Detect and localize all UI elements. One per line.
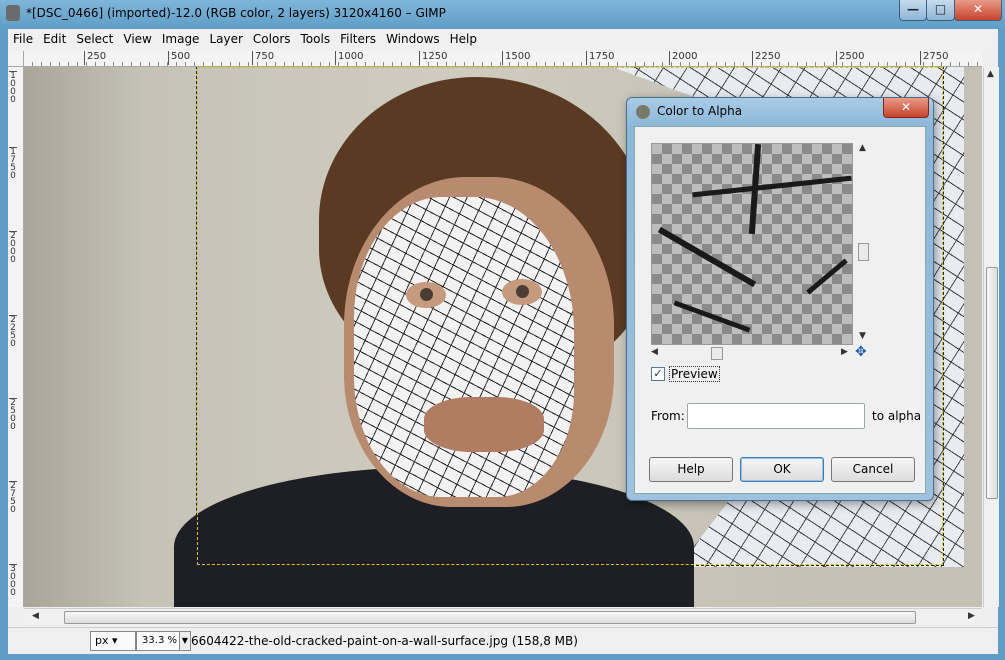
dialog-body: ▲ ▼ ◀ ▶ ✥ ✓ Preview From: to alpha Help … <box>634 126 926 494</box>
preview-scroll-right-icon[interactable]: ▶ <box>841 347 848 357</box>
from-label: From: <box>651 409 685 423</box>
minimize-button[interactable]: — <box>899 0 927 21</box>
unit-value: px <box>95 634 109 647</box>
preview-area[interactable] <box>651 143 853 345</box>
ruler-tick: 2000 <box>669 51 697 65</box>
menu-help[interactable]: Help <box>445 29 482 46</box>
menu-filters[interactable]: Filters <box>335 29 381 46</box>
menu-file[interactable]: File <box>8 29 38 46</box>
preview-hscroll-thumb[interactable] <box>711 347 723 360</box>
dialog-title: Color to Alpha <box>657 104 743 118</box>
status-message: 6604422-the-old-cracked-paint-on-a-wall-… <box>191 634 578 648</box>
title-bar: *[DSC_0466] (imported)-12.0 (RGB color, … <box>0 0 1005 28</box>
ruler-tick: 2250 <box>9 315 17 349</box>
preview-crack <box>673 300 751 333</box>
ruler-tick: 1750 <box>586 51 614 65</box>
close-button[interactable]: ✕ <box>954 0 1002 21</box>
dialog-close-button[interactable]: ✕ <box>883 98 929 118</box>
zoom-field[interactable]: 33.3 % <box>136 631 180 651</box>
menu-view[interactable]: View <box>118 29 156 46</box>
preview-checkbox[interactable]: ✓ <box>651 367 665 381</box>
scroll-left-icon[interactable]: ◀ <box>32 611 39 621</box>
menu-tools[interactable]: Tools <box>296 29 336 46</box>
menu-edit[interactable]: Edit <box>38 29 71 46</box>
preview-label[interactable]: Preview <box>669 366 720 382</box>
menu-windows[interactable]: Windows <box>381 29 445 46</box>
horizontal-scrollbar[interactable]: ◀ ▶ <box>24 608 982 625</box>
preview-horizontal-scrollbar[interactable]: ◀ ▶ <box>651 347 851 360</box>
menu-bar: File Edit Select View Image Layer Colors Tools F… <box>8 29 998 52</box>
ruler-tick: 1750 <box>9 147 17 181</box>
preview-scroll-up-icon[interactable]: ▲ <box>859 143 866 153</box>
status-bar: px ▾ 33.3 % ▼ 6604422-the-old-cracked-pa… <box>8 627 998 654</box>
ruler-tick: 2750 <box>920 51 948 65</box>
preview-scroll-down-icon[interactable]: ▼ <box>859 331 866 341</box>
preview-scroll-left-icon[interactable]: ◀ <box>651 347 658 357</box>
ok-button[interactable]: OK <box>740 457 824 482</box>
scroll-right-icon[interactable]: ▶ <box>968 611 975 621</box>
preview-crack <box>806 258 848 295</box>
navigate-icon[interactable]: ✥ <box>855 344 867 360</box>
help-button[interactable]: Help <box>649 457 733 482</box>
preview-crack <box>657 226 757 288</box>
horizontal-scroll-thumb[interactable] <box>64 611 916 624</box>
ruler-tick: 1000 <box>335 51 363 65</box>
vertical-ruler[interactable]: 1000 1750 2000 2250 2500 2750 3000 <box>8 67 24 607</box>
cancel-button[interactable]: Cancel <box>831 457 915 482</box>
ruler-tick: 2000 <box>9 231 17 265</box>
ruler-tick: 1500 <box>502 51 530 65</box>
ruler-tick: 2750 <box>9 481 17 515</box>
ruler-tick: 250 <box>84 51 106 65</box>
gimp-dialog-icon <box>636 105 650 119</box>
preview-vertical-scrollbar[interactable]: ▲ ▼ <box>857 143 869 343</box>
to-alpha-label: to alpha <box>872 409 922 423</box>
gimp-window: *[DSC_0466] (imported)-12.0 (RGB color, … <box>0 0 1005 660</box>
menu-select[interactable]: Select <box>71 29 118 46</box>
menu-colors[interactable]: Colors <box>248 29 296 46</box>
maximize-button[interactable]: □ <box>926 0 955 21</box>
scroll-up-icon[interactable]: ▲ <box>987 69 994 79</box>
window-title: *[DSC_0466] (imported)-12.0 (RGB color, … <box>26 6 446 20</box>
color-to-alpha-dialog: Color to Alpha ✕ ▲ ▼ ◀ ▶ ✥ ✓ Preview Fro… <box>626 97 934 501</box>
ruler-tick: 750 <box>252 51 274 65</box>
quick-mask-toggle[interactable] <box>8 51 24 67</box>
ruler-tick: 2500 <box>836 51 864 65</box>
ruler-tick: 500 <box>168 51 190 65</box>
ruler-tick: 3000 <box>9 564 17 598</box>
from-color-button[interactable] <box>687 403 865 429</box>
ruler-tick: 1000 <box>9 71 17 105</box>
vertical-scrollbar[interactable]: ▲ <box>983 67 999 607</box>
ruler-tick: 2250 <box>752 51 780 65</box>
ruler-tick: 1250 <box>419 51 447 65</box>
menu-layer[interactable]: Layer <box>204 29 247 46</box>
checkmark-icon: ✓ <box>653 367 663 380</box>
gimp-app-icon <box>6 5 20 21</box>
horizontal-ruler[interactable]: 250 500 750 1000 1250 1500 1750 2000 225… <box>24 51 982 67</box>
vertical-scroll-thumb[interactable] <box>986 267 998 499</box>
unit-select[interactable]: px ▾ <box>90 631 136 651</box>
preview-crack <box>692 175 852 198</box>
zoom-dropdown-icon[interactable]: ▼ <box>179 631 191 651</box>
ruler-tick: 2500 <box>9 398 17 432</box>
preview-vscroll-thumb[interactable] <box>858 243 869 261</box>
menu-image[interactable]: Image <box>157 29 205 46</box>
